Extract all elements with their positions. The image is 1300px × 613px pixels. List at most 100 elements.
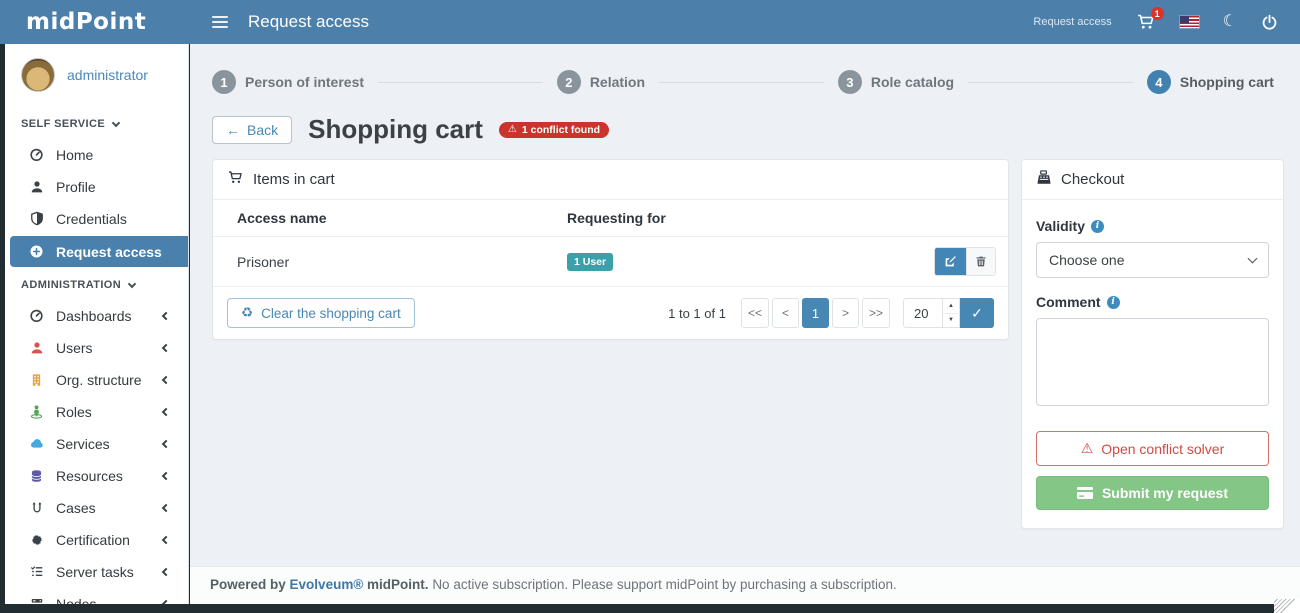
table-row: Prisoner 1 User xyxy=(213,237,1008,287)
clear-cart-button[interactable]: ♻ Clear the shopping cart xyxy=(227,298,415,328)
navbar-request-access-link[interactable]: Request access xyxy=(1033,16,1111,28)
requesting-for-cell: 1 User xyxy=(543,237,910,287)
access-name-cell: Prisoner xyxy=(213,237,543,287)
sidebar: administrator SELF SERVICE Home Profile … xyxy=(5,44,189,604)
sidebar-item-resources[interactable]: Resources xyxy=(10,460,183,491)
page-size-input[interactable] xyxy=(903,298,943,328)
wizard-step-person-of-interest[interactable]: 1 Person of interest xyxy=(212,70,364,94)
window-resize-grip[interactable] xyxy=(1274,599,1300,613)
wizard-step-role-catalog[interactable]: 3 Role catalog xyxy=(838,70,954,94)
database-icon xyxy=(28,469,45,483)
chevron-left-icon xyxy=(162,471,170,479)
step-connector xyxy=(968,82,1133,83)
section-self-service[interactable]: SELF SERVICE xyxy=(5,108,188,138)
prev-page-button[interactable]: < xyxy=(772,298,799,328)
checkout-body: Validity i Choose one Comment i ⚠ xyxy=(1022,200,1283,528)
wizard-step-relation[interactable]: 2 Relation xyxy=(557,70,645,94)
sidebar-item-services[interactable]: Services xyxy=(10,428,183,459)
sidebar-item-nodes[interactable]: Nodes xyxy=(10,588,183,604)
user-icon xyxy=(28,180,45,194)
sidebar-item-home[interactable]: Home xyxy=(10,139,183,170)
subscription-note: No active subscription. Please support m… xyxy=(432,577,897,592)
sidebar-item-profile[interactable]: Profile xyxy=(10,171,183,202)
sidebar-item-cases[interactable]: Cases xyxy=(10,492,183,523)
chevron-left-icon xyxy=(162,375,170,383)
tasks-icon xyxy=(28,565,45,578)
requesting-for-badge[interactable]: 1 User xyxy=(567,253,613,271)
wizard-step-shopping-cart[interactable]: 4 Shopping cart xyxy=(1147,70,1274,94)
page-title: Shopping cart xyxy=(308,114,483,145)
checkout-header: Checkout xyxy=(1022,160,1283,200)
open-conflict-solver-button[interactable]: ⚠ Open conflict solver xyxy=(1036,431,1269,466)
credit-card-icon xyxy=(1077,487,1093,499)
apply-page-size-button[interactable]: ✓ xyxy=(960,298,994,328)
chevron-left-icon xyxy=(162,439,170,447)
street-view-icon xyxy=(28,404,45,419)
shuffle-icon xyxy=(28,500,45,515)
locale-flag-icon[interactable] xyxy=(1180,16,1199,28)
cart-icon xyxy=(227,170,244,189)
first-page-button[interactable]: << xyxy=(741,298,769,328)
sidebar-item-org-structure[interactable]: Org. structure xyxy=(10,364,183,395)
comment-textarea[interactable] xyxy=(1036,318,1269,406)
sidebar-item-certification[interactable]: Certification xyxy=(10,524,183,555)
conflict-count-badge[interactable]: ⚠ 1 conflict found xyxy=(499,122,609,138)
validity-select[interactable]: Choose one xyxy=(1036,242,1269,278)
column-access-name[interactable]: Access name xyxy=(213,200,543,237)
dark-mode-icon[interactable]: ☾ xyxy=(1223,14,1237,30)
logout-icon[interactable] xyxy=(1261,14,1278,31)
page-footer: Powered by Evolveum® midPoint. No active… xyxy=(190,566,1300,604)
sidebar-item-server-tasks[interactable]: Server tasks xyxy=(10,556,183,587)
delete-item-button[interactable] xyxy=(966,248,995,275)
product-name: midPoint. xyxy=(367,577,429,592)
chevron-left-icon xyxy=(162,311,170,319)
user-icon xyxy=(28,341,45,355)
items-in-cart-header: Items in cart xyxy=(213,160,1008,200)
wizard-steps: 1 Person of interest 2 Relation 3 Role c… xyxy=(190,44,1300,100)
plus-circle-icon xyxy=(28,244,45,259)
page-header: ← Back Shopping cart ⚠ 1 conflict found xyxy=(190,100,1300,153)
back-button[interactable]: ← Back xyxy=(212,116,292,144)
spinner-down-icon[interactable]: ▼ xyxy=(943,314,959,328)
cash-register-icon xyxy=(1036,170,1052,189)
content-columns: Items in cart Access name Requesting for… xyxy=(190,153,1300,529)
section-administration[interactable]: ADMINISTRATION xyxy=(5,269,188,299)
menu-toggle-icon[interactable] xyxy=(206,10,234,34)
top-navbar: midPoint Request access Request access 1… xyxy=(0,0,1300,44)
app-logo[interactable]: midPoint xyxy=(0,9,190,35)
info-icon[interactable]: i xyxy=(1091,220,1104,233)
page-1-button[interactable]: 1 xyxy=(802,298,829,328)
next-page-button[interactable]: > xyxy=(832,298,859,328)
cart-icon[interactable]: 1 xyxy=(1136,13,1156,31)
avatar[interactable] xyxy=(21,58,55,92)
step-connector xyxy=(659,82,824,83)
spinner-up-icon[interactable]: ▲ xyxy=(943,299,959,314)
sidebar-item-credentials[interactable]: Credentials xyxy=(10,203,183,234)
sidebar-item-dashboards[interactable]: Dashboards xyxy=(10,300,183,331)
info-icon[interactable]: i xyxy=(1107,296,1120,309)
validity-select-wrap: Choose one xyxy=(1036,242,1269,278)
powered-by-text: Powered by xyxy=(210,577,286,592)
items-in-cart-panel: Items in cart Access name Requesting for… xyxy=(212,159,1009,340)
gauge-icon xyxy=(28,308,45,323)
warning-icon: ⚠ xyxy=(508,125,517,135)
sidebar-item-request-access[interactable]: Request access xyxy=(10,236,188,267)
chevron-left-icon xyxy=(162,503,170,511)
cloud-icon xyxy=(28,437,45,450)
username-link[interactable]: administrator xyxy=(67,67,148,83)
navbar-right: Request access 1 ☾ xyxy=(1033,13,1300,31)
step-connector xyxy=(378,82,543,83)
main-content: 1 Person of interest 2 Relation 3 Role c… xyxy=(190,44,1300,604)
submit-request-button[interactable]: Submit my request xyxy=(1036,476,1269,510)
sidebar-item-roles[interactable]: Roles xyxy=(10,396,183,427)
page-nav-title: Request access xyxy=(248,12,369,32)
chevron-down-icon xyxy=(112,118,120,126)
cart-count-badge: 1 xyxy=(1151,7,1164,20)
edit-item-button[interactable] xyxy=(935,248,966,275)
evolveum-link[interactable]: Evolveum® xyxy=(290,577,364,592)
user-panel: administrator xyxy=(5,44,188,108)
server-icon xyxy=(28,597,45,604)
last-page-button[interactable]: >> xyxy=(862,298,890,328)
sidebar-item-users[interactable]: Users xyxy=(10,332,183,363)
column-requesting-for[interactable]: Requesting for xyxy=(543,200,910,237)
